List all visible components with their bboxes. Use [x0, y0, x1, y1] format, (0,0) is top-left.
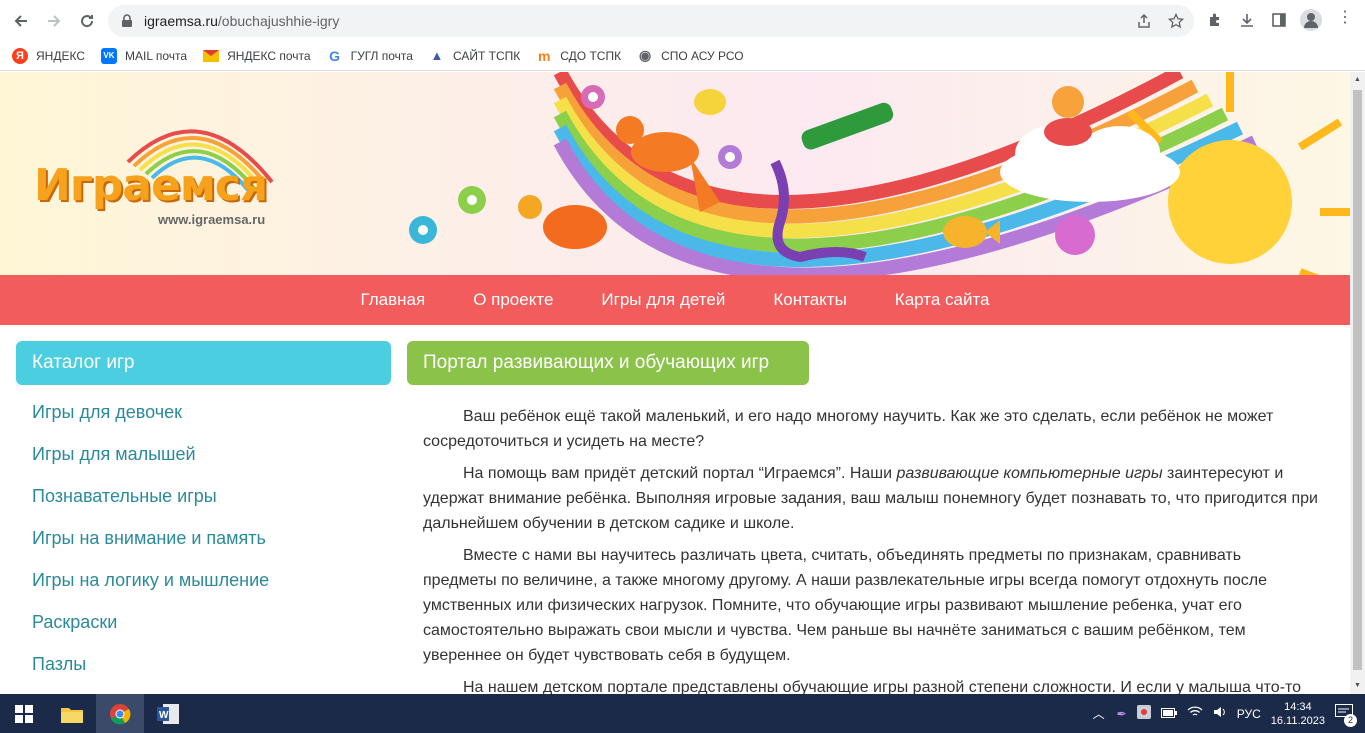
download-icon[interactable]: [1239, 12, 1255, 33]
language-indicator[interactable]: РУС: [1237, 707, 1261, 721]
bookmark-label: СПО АСУ РСО: [661, 48, 744, 63]
yandex-icon: Я: [12, 47, 28, 64]
menu-item-home[interactable]: Главная: [360, 290, 425, 310]
menu-item-games[interactable]: Игры для детей: [601, 290, 725, 310]
clock[interactable]: 14:34 16.11.2023: [1271, 700, 1325, 728]
bookmark-yandex[interactable]: Я ЯНДЕКС: [12, 47, 85, 64]
paragraph-emphasis: развивающие компьютерные игры: [896, 465, 1163, 482]
taskbar: W ︿ ✒ РУС 14:34 16.11.2023 2: [0, 694, 1365, 733]
browser-toolbar: igraemsa.ru/obuchajushhie-igry ⋮: [0, 0, 1365, 41]
url-text: igraemsa.ru/obuchajushhie-igry: [144, 13, 340, 29]
file-explorer-icon[interactable]: [48, 694, 96, 733]
chrome-icon[interactable]: [96, 694, 144, 733]
sidebar-item[interactable]: Пазлы: [32, 654, 269, 694]
globe-icon: ◉: [638, 47, 652, 63]
notification-count: 2: [1344, 714, 1357, 727]
bookmarks-bar: Я ЯНДЕКС VK MAIL почта ЯНДЕКС почта G ГУ…: [0, 41, 1365, 71]
site-logo-url: www.igraemsa.ru: [158, 212, 266, 227]
lock-icon[interactable]: [120, 14, 134, 28]
battery-icon[interactable]: [1160, 707, 1177, 721]
bookmark-tspk[interactable]: ▲ САЙТ ТСПК: [429, 48, 521, 64]
sidebar-item[interactable]: Игры для малышей: [32, 444, 269, 486]
scroll-down-icon[interactable]: ▼: [1353, 682, 1362, 690]
menu-item-contacts[interactable]: Контакты: [773, 290, 846, 310]
clock-date: 16.11.2023: [1270, 714, 1325, 727]
extensions-icon[interactable]: [1207, 12, 1223, 33]
bookmark-spo[interactable]: ◉ СПО АСУ РСО: [637, 47, 744, 64]
forward-icon[interactable]: [43, 10, 65, 32]
profile-avatar-icon[interactable]: [1300, 9, 1322, 31]
sidebar-list: Игры для девочек Игры для малышей Познав…: [32, 402, 269, 694]
paragraph: Ваш ребёнок ещё такой маленький, и его н…: [423, 408, 1274, 450]
sidebar-title: Каталог игр: [16, 341, 391, 385]
page-scrollbar[interactable]: ▲ ▼: [1350, 72, 1365, 694]
clock-time: 14:34: [1284, 700, 1312, 713]
bookmark-sdo[interactable]: m СДО ТСПК: [536, 48, 621, 64]
bookmark-yandex-mail[interactable]: ЯНДЕКС почта: [203, 48, 311, 64]
address-bar[interactable]: igraemsa.ru/obuchajushhie-igry: [108, 5, 1194, 37]
share-icon[interactable]: [1136, 13, 1152, 29]
sidebar-item[interactable]: Игры на логику и мышление: [32, 570, 269, 612]
mail-envelope-icon: [203, 48, 220, 64]
svg-text:W: W: [159, 710, 169, 721]
google-icon: G: [329, 47, 341, 64]
content-title: Портал развивающих и обучающих игр: [407, 341, 809, 385]
bookmark-label: ЯНДЕКС: [36, 48, 85, 63]
site-logo[interactable]: Играемся: [34, 160, 268, 211]
bookmark-label: ЯНДЕКС почта: [227, 48, 311, 63]
paragraph: На нашем детском портале представлены об…: [463, 679, 1302, 694]
vk-icon: VK: [100, 47, 117, 64]
bookmark-gmail[interactable]: G ГУГЛ почта: [327, 48, 413, 64]
bookmark-label: ГУГЛ почта: [350, 48, 413, 63]
menu-dots-icon[interactable]: ⋮: [1337, 10, 1353, 26]
notification-icon[interactable]: 2: [1335, 704, 1357, 727]
scroll-up-icon[interactable]: ▲: [1353, 76, 1362, 84]
word-icon[interactable]: W: [144, 694, 192, 733]
bookmark-mail[interactable]: VK MAIL почта: [100, 47, 188, 64]
sidebar-item[interactable]: Игры на внимание и память: [32, 528, 269, 570]
tspk-icon: ▲: [430, 48, 444, 63]
back-icon[interactable]: [10, 10, 32, 32]
side-panel-icon[interactable]: [1271, 12, 1287, 33]
menu-item-sitemap[interactable]: Карта сайта: [895, 290, 990, 310]
page-viewport: Играемся www.igraemsa.ru Главная О проек…: [0, 72, 1350, 694]
antivirus-icon[interactable]: [1136, 705, 1151, 722]
chevron-up-icon[interactable]: ︿: [1093, 705, 1105, 722]
pen-icon[interactable]: ✒: [1117, 707, 1127, 721]
bookmark-label: СДО ТСПК: [560, 48, 622, 63]
menu-item-about[interactable]: О проекте: [473, 290, 553, 310]
bookmark-star-icon[interactable]: [1167, 12, 1185, 29]
reload-icon[interactable]: [76, 10, 98, 32]
site-header: Играемся www.igraemsa.ru: [0, 72, 1350, 275]
bookmark-label: MAIL почта: [124, 48, 188, 63]
article-body: Ваш ребёнок ещё такой маленький, и его н…: [423, 404, 1318, 694]
moodle-icon: m: [538, 47, 551, 64]
paragraph-text: На помощь вам придёт детский портал “Игр…: [463, 465, 897, 482]
wifi-icon[interactable]: [1187, 706, 1203, 721]
sidebar-item[interactable]: Раскраски: [32, 612, 269, 654]
bookmark-label: САЙТ ТСПК: [452, 48, 521, 63]
windows-start-icon[interactable]: [0, 694, 48, 733]
sidebar-item[interactable]: Познавательные игры: [32, 486, 269, 528]
main-menu: Главная О проекте Игры для детей Контакт…: [0, 275, 1350, 325]
scrollbar-thumb[interactable]: [1353, 90, 1362, 670]
volume-icon[interactable]: [1213, 706, 1227, 721]
sidebar-item[interactable]: Игры для девочек: [32, 402, 269, 444]
paragraph: Вместе с нами вы научитесь различать цве…: [423, 547, 1268, 664]
system-tray: ︿ ✒ РУС 14:34 16.11.2023 2: [1093, 694, 1365, 733]
paragraph: На помощь вам придёт детский портал “Игр…: [423, 461, 1318, 536]
